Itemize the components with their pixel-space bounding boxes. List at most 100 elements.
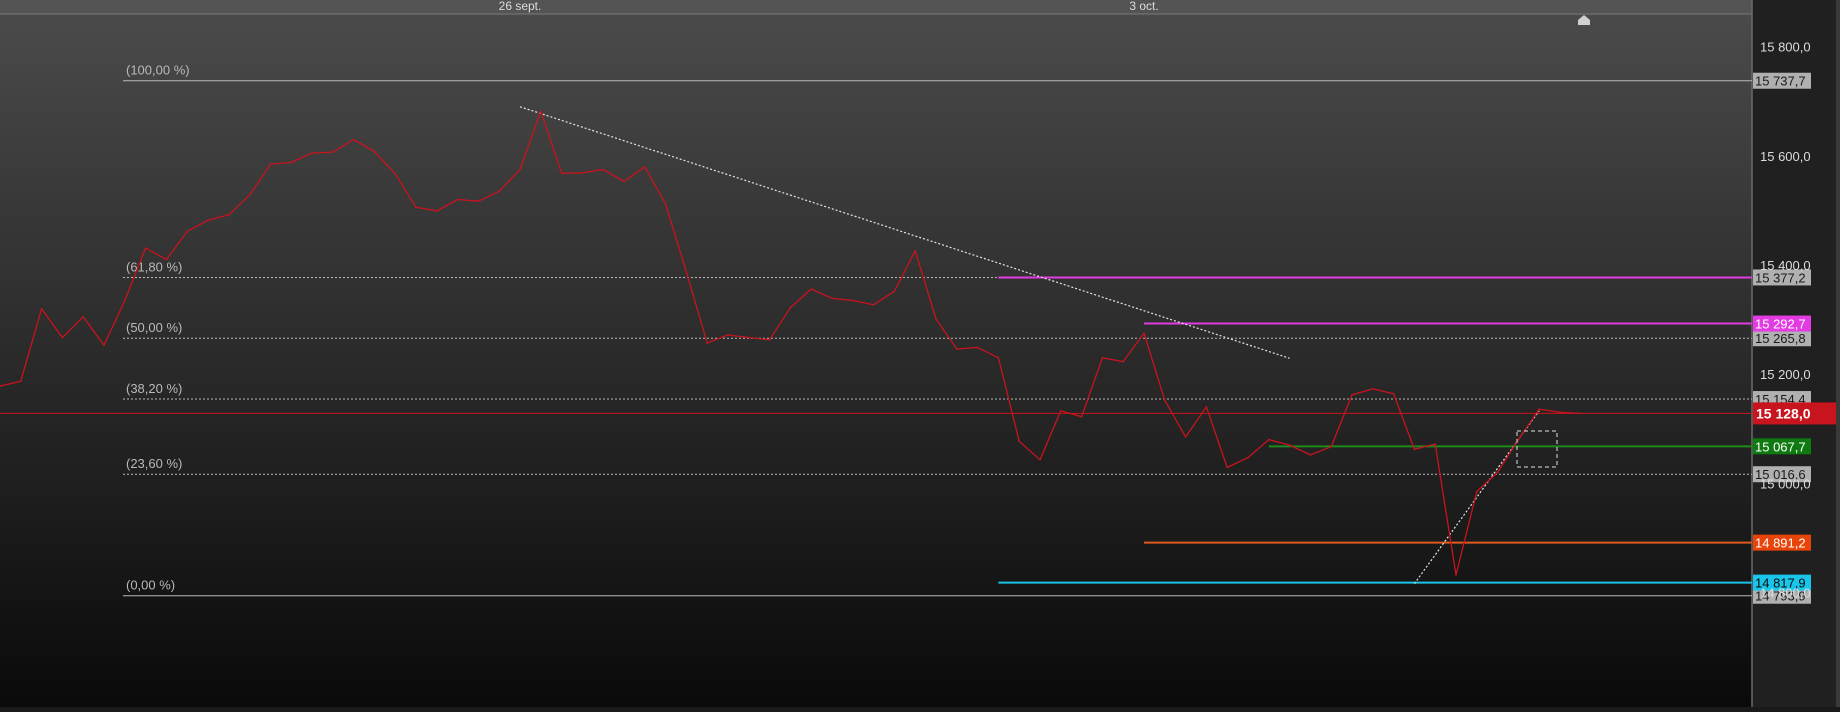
price-point [893, 290, 896, 293]
price-point [332, 151, 334, 153]
price-point [186, 230, 188, 232]
price-point [519, 168, 521, 171]
price-point [165, 258, 168, 261]
price-point [1080, 415, 1083, 418]
price-point [1143, 332, 1145, 335]
price-point [831, 297, 833, 300]
price-point [40, 307, 43, 310]
fib-level-label-4: (23,60 %) [126, 456, 182, 471]
y-tick-label-5: 14 800,0 [1760, 585, 1811, 600]
price-point [914, 250, 916, 252]
y-tick-label-1: 15 600,0 [1760, 149, 1811, 164]
price-point [1309, 454, 1312, 456]
price-chart[interactable]: (100,00 %) (61,80 %) (50,00 %) (38,20 %) (23… [0, 0, 1840, 707]
price-point [61, 336, 64, 339]
chart-container: (100,00 %) (61,80 %) (50,00 %) (38,20 %) (23… [0, 0, 1840, 707]
hline-value-label-1: 15 292,7 [1755, 317, 1806, 332]
price-point [103, 344, 105, 347]
price-point [1247, 456, 1249, 459]
price-point [976, 346, 979, 349]
price-point [144, 247, 147, 249]
fib-value-label-2: 15 265,8 [1755, 331, 1806, 346]
price-point [581, 171, 584, 174]
fib-level-label-1: (61,80 %) [126, 259, 182, 274]
price-point [1455, 574, 1457, 576]
price-point [436, 210, 438, 212]
price-point [706, 342, 708, 344]
price-point [1476, 490, 1478, 493]
y-tick-label-3: 15 200,0 [1760, 367, 1811, 382]
hline-value-label-3: 14 891,2 [1755, 536, 1806, 551]
price-point [1538, 408, 1540, 410]
price-point [1060, 409, 1062, 412]
date-label-1: 3 oct. [1129, 0, 1158, 13]
price-point [207, 219, 209, 222]
price-point [415, 206, 417, 208]
price-point [1580, 412, 1582, 415]
price-point [997, 356, 1000, 359]
price-point [248, 194, 251, 196]
price-point [1330, 445, 1332, 448]
y-tick-label-0: 15 800,0 [1760, 40, 1811, 55]
price-point [1205, 406, 1208, 408]
hline-value-label-2: 15 067,7 [1755, 439, 1806, 454]
fib-level-label-0: (100,00 %) [126, 63, 190, 78]
price-point [1434, 443, 1436, 445]
price-point [1559, 411, 1561, 414]
price-point [644, 165, 646, 168]
y-tick-label-2: 15 400,0 [1760, 258, 1811, 273]
price-point [935, 318, 937, 320]
price-point [1101, 356, 1104, 359]
price-point [290, 161, 293, 164]
price-point [1413, 448, 1416, 451]
price-point [269, 163, 272, 165]
top-date-bar [0, 0, 1752, 14]
price-point [1517, 438, 1520, 441]
price-point [810, 288, 812, 290]
price-point [498, 190, 501, 193]
price-point [852, 299, 854, 302]
last-price-marker-label: 15 128,0 [1756, 405, 1811, 421]
fib-value-label-0: 15 737,7 [1755, 74, 1806, 89]
price-point [311, 152, 313, 154]
price-point [956, 348, 958, 350]
price-point [1268, 438, 1270, 441]
price-point [1351, 394, 1353, 396]
price-point [685, 271, 688, 273]
price-point [1226, 466, 1228, 469]
price-point [394, 173, 397, 175]
price-point [352, 138, 355, 141]
price-point [664, 203, 667, 205]
price-point [540, 110, 542, 112]
price-point [768, 338, 771, 341]
price-point [1122, 360, 1124, 363]
date-label-0: 26 sept. [499, 0, 542, 13]
scrollbar-strip[interactable] [1836, 0, 1840, 707]
price-point [1039, 459, 1041, 461]
price-point [789, 306, 792, 309]
price-point [1372, 388, 1374, 390]
price-point [373, 150, 376, 153]
price-point [1184, 436, 1187, 438]
price-point [623, 180, 625, 183]
price-point [1018, 440, 1020, 443]
price-point [748, 336, 750, 339]
price-point [456, 198, 459, 201]
price-point [82, 316, 84, 318]
price-point [20, 380, 22, 383]
price-point [602, 168, 604, 171]
price-point [124, 299, 126, 302]
price-point [1392, 392, 1395, 395]
y-tick-label-4: 15 000,0 [1760, 476, 1811, 491]
price-point [1496, 471, 1499, 474]
price-point [872, 304, 875, 306]
price-point [477, 200, 480, 202]
plot-background [0, 14, 1752, 707]
price-point [727, 334, 729, 336]
price-point [1164, 399, 1166, 402]
fib-level-label-2: (50,00 %) [126, 320, 182, 335]
price-point [228, 214, 230, 216]
price-point [1288, 444, 1291, 446]
price-point [560, 172, 563, 175]
fib-level-label-3: (38,20 %) [126, 381, 182, 396]
